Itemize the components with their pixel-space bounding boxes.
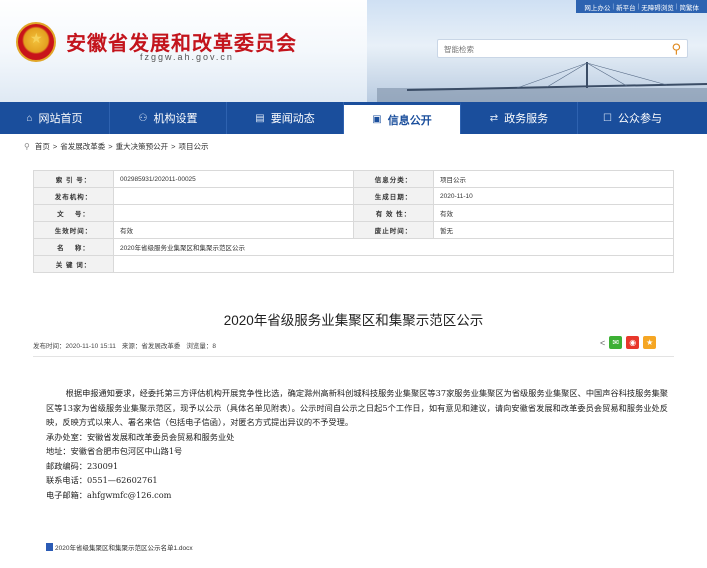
top-link[interactable]: 简繁体 xyxy=(680,2,700,12)
article-source: 来源：省发展改革委 xyxy=(121,343,181,350)
contact-line: 承办处室：安徽省发展和改革委员会贸易和服务业处 xyxy=(46,431,235,442)
nav-item-news[interactable]: ▤ 要闻动态 xyxy=(227,102,344,134)
qzone-icon[interactable]: ★ xyxy=(643,336,657,349)
article-paragraph: 根据申报通知要求，经委托第三方评估机构开展竞争性比选，确定滁州高新科创城科技服务… xyxy=(46,388,668,427)
search-icon[interactable]: ⚲ xyxy=(671,41,681,57)
search-input[interactable] xyxy=(444,43,644,55)
view-count: 浏览量：8 xyxy=(186,343,216,350)
service-icon: ⇄ xyxy=(489,112,499,124)
doc-icon: ▣ xyxy=(372,114,382,125)
nav-item-home[interactable]: ⌂ 网站首页 xyxy=(0,102,110,134)
chat-icon: ☐ xyxy=(603,112,612,124)
top-link[interactable]: 网上办公 xyxy=(584,2,610,12)
word-doc-icon xyxy=(46,543,53,551)
breadcrumb-link[interactable]: 省发展改革委 xyxy=(60,141,105,152)
contact-line: 电子邮箱：ahfgwmfc@126.com xyxy=(46,489,172,500)
bridge-banner-image xyxy=(377,62,707,102)
nav-item-info-public[interactable]: ▣ 信息公开 xyxy=(344,102,461,134)
contact-line: 邮政编码：230091 xyxy=(46,460,119,471)
top-link[interactable]: 无障碍浏览 xyxy=(641,2,674,12)
divider xyxy=(33,356,674,357)
contact-line: 联系电话：0551—62602761 xyxy=(46,475,158,485)
org-icon: ⚇ xyxy=(138,112,148,124)
site-header: 网上办公 | 新平台 | 无障碍浏览 | 简繁体 安徽省发展和改革委员会 fzg… xyxy=(0,0,707,102)
weibo-icon[interactable]: ◉ xyxy=(626,336,640,349)
table-row: 名 称： 2020年省级服务业集聚区和集聚示范区公示 xyxy=(33,238,674,256)
breadcrumb-link[interactable]: 重大决策预公开 xyxy=(116,141,169,152)
attachment-filename[interactable]: 2020年省级集聚区和集聚示范区公示名单1.docx xyxy=(55,542,193,552)
table-row: 关 键 词： xyxy=(33,255,674,273)
publish-time: 发布时间：2020-11-10 15:11 xyxy=(33,343,116,350)
nav-item-service[interactable]: ⇄ 政务服务 xyxy=(461,102,578,134)
home-icon: ⌂ xyxy=(26,112,33,124)
contact-line: 地址：安徽省合肥市包河区中山路1号 xyxy=(46,446,183,456)
nav-item-org[interactable]: ⚇ 机构设置 xyxy=(110,102,227,134)
main-nav: ⌂ 网站首页 ⚇ 机构设置 ▤ 要闻动态 ▣ 信息公开 ⇄ 政务服务 ☐ 公众参… xyxy=(0,102,707,134)
table-row: 生效时间： 有效 废止时间： 暂无 xyxy=(33,221,674,239)
article-title: 2020年省级服务业集聚区和集聚示范区公示 xyxy=(223,313,484,328)
table-row: 发布机构： 生成日期： 2020-11-10 xyxy=(33,187,674,205)
top-link[interactable]: 新平台 xyxy=(616,2,636,12)
info-table: 索 引 号： 002985931/202011-00025 信息分类： 项目公示… xyxy=(33,170,674,273)
location-pin-icon: ⚲ xyxy=(24,142,30,151)
table-row: 索 引 号： 002985931/202011-00025 信息分类： 项目公示 xyxy=(33,170,674,188)
table-row: 文 号： 有 效 性： 有效 xyxy=(33,204,674,222)
share-bar: < ✉ ◉ ★ xyxy=(600,336,657,349)
share-icon: < xyxy=(600,337,606,348)
national-emblem-logo xyxy=(16,22,56,62)
article-meta: 发布时间：2020-11-10 15:11 来源：省发展改革委 浏览量：8 xyxy=(33,340,216,350)
breadcrumb: ⚲ 首页 > 省发展改革委 > 重大决策预公开 > 项目公示 xyxy=(24,141,209,152)
search-box: ⚲ xyxy=(437,39,688,58)
article-body: 根据申报通知要求，经委托第三方评估机构开展竞争性比选，确定滁州高新科创城科技服务… xyxy=(46,386,668,502)
breadcrumb-link[interactable]: 首页 xyxy=(35,141,50,152)
attachment-link[interactable]: 2020年省级集聚区和集聚示范区公示名单1.docx xyxy=(46,542,193,552)
breadcrumb-current[interactable]: 项目公示 xyxy=(179,141,209,152)
top-link-bar: 网上办公 | 新平台 | 无障碍浏览 | 简繁体 xyxy=(576,0,707,13)
nav-item-public[interactable]: ☐ 公众参与 xyxy=(578,102,687,134)
wechat-icon[interactable]: ✉ xyxy=(609,336,623,349)
news-icon: ▤ xyxy=(255,112,265,124)
site-domain: fzggw.ah.gov.cn xyxy=(140,52,234,62)
